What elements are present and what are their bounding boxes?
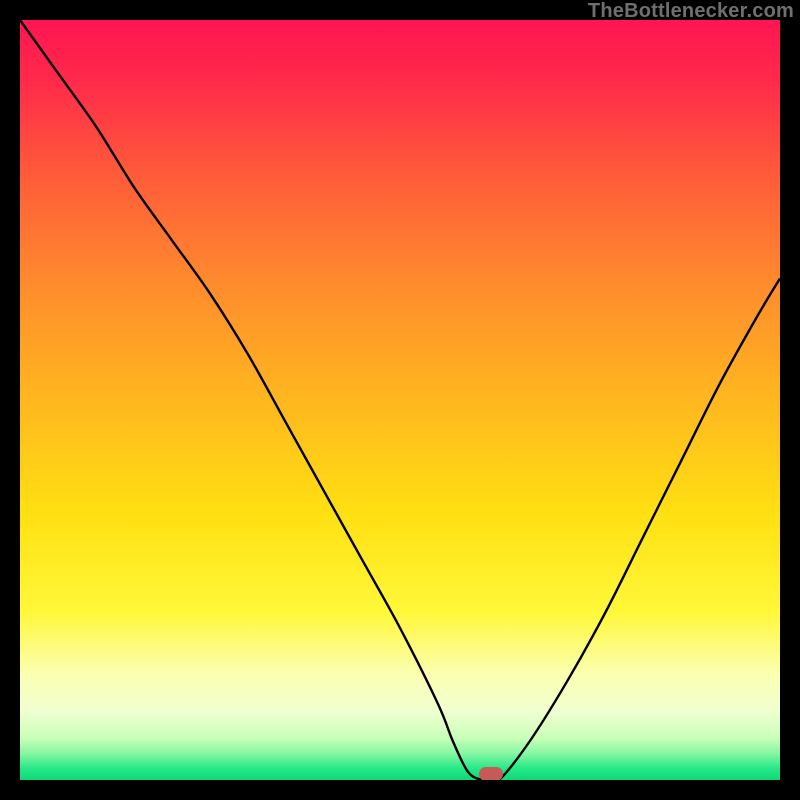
- heat-gradient: [20, 20, 780, 780]
- chart-frame: TheBottlenecker.com: [0, 0, 800, 800]
- optimal-point-marker: [479, 767, 503, 780]
- plot-area: [20, 20, 780, 780]
